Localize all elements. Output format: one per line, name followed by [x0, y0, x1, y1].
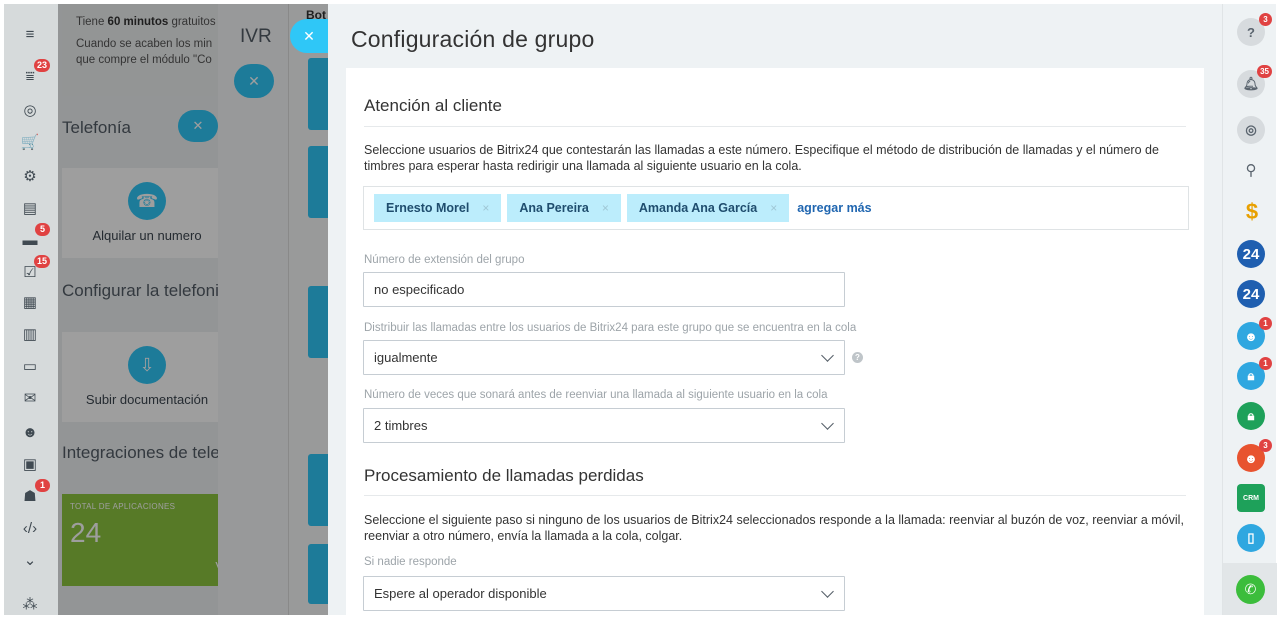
- sitemap-icon[interactable]: ⁂: [20, 594, 40, 614]
- user-chip-name: Ana Pereira: [519, 201, 589, 215]
- section-title: Procesamiento de llamadas perdidas: [364, 466, 644, 485]
- group-button[interactable]: ☻ 3: [1237, 439, 1272, 472]
- notifications-button[interactable]: 🔔︎ 35: [1237, 65, 1272, 98]
- question-icon: ?: [1247, 24, 1255, 40]
- extension-input[interactable]: no especificado: [363, 272, 845, 307]
- filter-badge: 23: [33, 59, 50, 72]
- remove-icon[interactable]: ×: [482, 201, 489, 215]
- group-badge: 3: [1259, 439, 1272, 452]
- right-bar: ? 3 🔔︎ 35 ◎ ⚲ $ 24 24 ☻ 1 🔒︎ 1 🔒︎ ☻ 3 CR…: [1222, 4, 1277, 615]
- help-button[interactable]: ? 3: [1237, 13, 1272, 46]
- help-icon[interactable]: ?: [852, 352, 863, 363]
- feed-icon[interactable]: ▤: [20, 198, 40, 218]
- search-icon[interactable]: ⚲: [1237, 156, 1265, 184]
- close-icon: ✕: [303, 27, 315, 44]
- more-icon[interactable]: ⌄: [20, 550, 40, 570]
- user-chip-name: Ernesto Morel: [386, 201, 470, 215]
- phone-icon: ✆: [1244, 581, 1257, 597]
- help-badge: 3: [1259, 13, 1272, 26]
- mail-icon[interactable]: ✉: [20, 388, 40, 408]
- user-chip[interactable]: Amanda Ana García ×: [626, 194, 790, 222]
- no-answer-label: Si nadie responde: [364, 556, 457, 568]
- chevron-down-icon: [821, 585, 834, 598]
- left-navigation: ≡ ⩸ 23 ◎ 🛒 ⚙ ▤ ▬ 5 ☑ 15 ▦ ▥ ▭ ✉ ☻ ▣ ☗ 1 ‹/› ⌄ ⁂: [4, 4, 58, 615]
- distribution-label: Distribuir las llamadas entre los usuari…: [364, 322, 857, 334]
- distribution-select[interactable]: igualmente: [363, 340, 845, 375]
- tasks-badge: 15: [33, 255, 50, 268]
- rings-value: 2 timbres: [374, 418, 428, 433]
- user-chip-name: Amanda Ana García: [638, 201, 758, 215]
- nav-badge-wrap: 5: [20, 223, 50, 250]
- target-icon[interactable]: ◎: [20, 100, 40, 120]
- open-lines-icon: 24: [1242, 285, 1260, 303]
- section-divider: [364, 126, 1186, 127]
- cart-icon[interactable]: 🛒: [20, 132, 40, 152]
- green-lock-button[interactable]: 🔒︎: [1237, 402, 1265, 430]
- lock-badge: 1: [1259, 357, 1272, 370]
- distribution-value: igualmente: [374, 350, 438, 365]
- add-more-link[interactable]: agregar más: [797, 201, 871, 215]
- document-icon[interactable]: ▥: [20, 324, 40, 344]
- open-lines-1-button[interactable]: 24: [1237, 240, 1265, 268]
- contacts-icon[interactable]: ☻: [20, 422, 40, 442]
- user-chip[interactable]: Ernesto Morel ×: [374, 194, 502, 222]
- cog-icon[interactable]: ⚙: [20, 166, 40, 186]
- bell-icon: 🔔︎: [1242, 76, 1260, 91]
- extension-label: Número de extensión del grupo: [364, 254, 525, 266]
- extension-value: no especificado: [374, 282, 465, 297]
- phone-call-button[interactable]: ✆: [1236, 575, 1265, 604]
- rings-select[interactable]: 2 timbres: [363, 408, 845, 443]
- robot-badge: 1: [35, 479, 50, 492]
- contact-center-icon[interactable]: ▣: [20, 454, 40, 474]
- drive-icon[interactable]: ▭: [20, 356, 40, 376]
- section-description: Seleccione el siguiente paso si ninguno …: [364, 513, 1184, 543]
- user-selector[interactable]: Ernesto Morel × Ana Pereira × Amanda Ana Gar…: [363, 186, 1189, 230]
- section-divider: [364, 495, 1186, 496]
- no-answer-select[interactable]: Espere al operador disponible: [363, 576, 845, 611]
- mobile-app-button[interactable]: ▯: [1237, 524, 1265, 552]
- menu-icon[interactable]: ≡: [20, 24, 40, 44]
- chat-badge: 5: [35, 223, 50, 236]
- dollar-lock-icon[interactable]: $: [1241, 198, 1263, 226]
- lock-button[interactable]: 🔒︎ 1: [1237, 357, 1272, 390]
- chat-bubble-icon: ◎: [1245, 122, 1257, 137]
- rings-label: Número de veces que sonará antes de reen…: [364, 389, 828, 401]
- no-answer-value: Espere al operador disponible: [374, 586, 547, 601]
- lock-icon: 🔒︎: [1247, 408, 1255, 423]
- section-description: Seleccione usuarios de Bitrix24 que cont…: [364, 143, 1159, 173]
- crm-button[interactable]: CRM: [1237, 484, 1265, 512]
- nav-badge-wrap: 15: [20, 255, 50, 282]
- call-area: ✆: [1223, 563, 1277, 615]
- user-chip[interactable]: Ana Pereira ×: [507, 194, 621, 222]
- notifications-badge: 35: [1257, 65, 1272, 78]
- settings-card: Atención al cliente Seleccione usuarios …: [346, 68, 1204, 615]
- users-icon: ☻: [1244, 328, 1258, 344]
- close-slider-button[interactable]: ✕: [290, 19, 328, 53]
- group-icon: ☻: [1244, 450, 1258, 466]
- messenger-button[interactable]: ◎: [1237, 116, 1265, 144]
- open-lines-icon: 24: [1242, 245, 1260, 263]
- nav-badge-wrap: 23: [20, 59, 50, 86]
- chevron-down-icon: [821, 349, 834, 362]
- section-title: Atención al cliente: [364, 96, 502, 115]
- mobile-icon: ▯: [1247, 530, 1255, 545]
- open-lines-2-button[interactable]: 24: [1237, 280, 1265, 308]
- nav-badge-wrap: 1: [20, 479, 50, 506]
- users-button[interactable]: ☻ 1: [1237, 317, 1272, 350]
- remove-icon[interactable]: ×: [602, 201, 609, 215]
- slider-title: Configuración de grupo: [351, 26, 595, 52]
- crm-icon: CRM: [1243, 494, 1259, 502]
- users-badge: 1: [1259, 317, 1272, 330]
- calendar-icon[interactable]: ▦: [20, 292, 40, 312]
- group-settings-slider: Configuración de grupo Atención al clien…: [328, 4, 1222, 615]
- remove-icon[interactable]: ×: [770, 201, 777, 215]
- code-icon[interactable]: ‹/›: [20, 518, 40, 538]
- chevron-down-icon: [821, 417, 834, 430]
- lock-icon: 🔒︎: [1247, 368, 1255, 383]
